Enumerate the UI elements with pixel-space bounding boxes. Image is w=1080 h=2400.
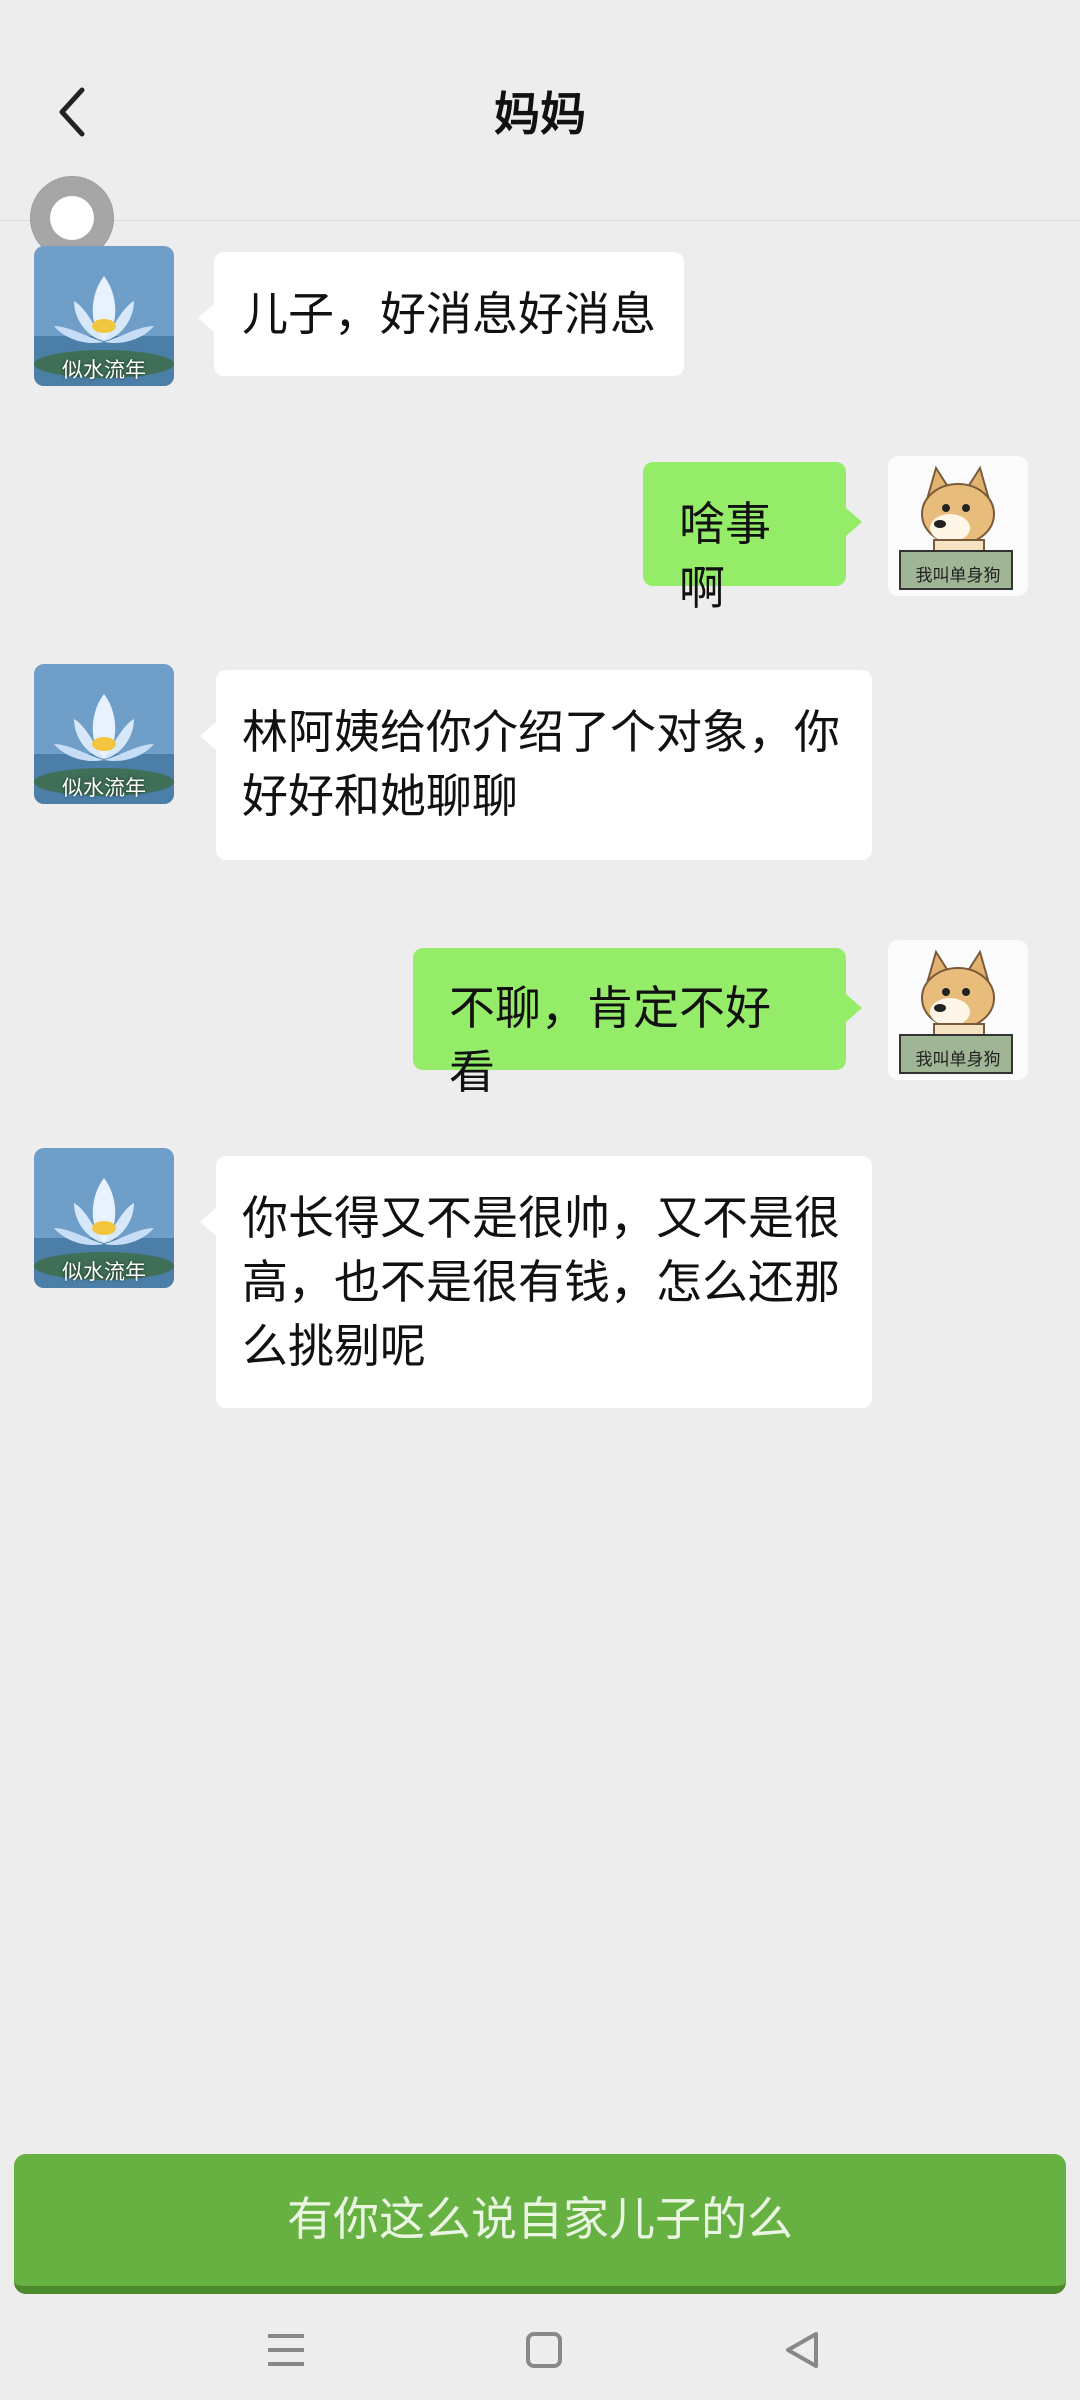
system-navigation-bar (0, 2300, 1080, 2400)
contact-avatar[interactable]: 似水流年 (34, 246, 174, 386)
avatar-caption: 似水流年 (62, 358, 146, 382)
message-bubble-incoming[interactable]: 你长得又不是很帅，又不是很 高，也不是很有钱，怎么还那 么挑剔呢 (200, 1156, 872, 1408)
message-line: 你长得又不是很帅，又不是很 (242, 1191, 840, 1245)
message-text: 儿子，好消息好消息 (242, 287, 656, 341)
message-line: 么挑剔呢 (242, 1319, 426, 1373)
message-line: 林阿姨给你介绍了个对象，你 (242, 705, 840, 759)
contact-avatar[interactable]: 似水流年 (34, 1148, 174, 1288)
message-line: 好好和她聊聊 (242, 769, 518, 823)
system-back-button[interactable] (772, 2320, 832, 2380)
message-bubble-incoming[interactable]: 儿子，好消息好消息 (198, 252, 684, 376)
chat-screen: 妈妈 似水流年 儿子，好消息好消息 啥事啊 我叫单身狗 似水流年 林阿姨给你介绍… (0, 0, 1080, 2400)
avatar-caption: 似水流年 (62, 1260, 146, 1284)
message-line: 高，也不是很有钱，怎么还那 (242, 1255, 840, 1309)
message-bubble-outgoing[interactable]: 啥事啊 (643, 462, 862, 615)
doge-sign-text: 我叫单身狗 (915, 566, 1001, 586)
contact-avatar[interactable]: 似水流年 (34, 664, 174, 804)
self-avatar[interactable]: 我叫单身狗 (888, 456, 1028, 596)
avatar-caption: 似水流年 (62, 776, 146, 800)
message-text: 不聊，肯定不好看 (449, 981, 771, 1099)
chat-title: 妈妈 (494, 87, 586, 141)
message-bubble-outgoing[interactable]: 不聊，肯定不好看 (413, 948, 862, 1099)
message-bubble-incoming[interactable]: 林阿姨给你介绍了个对象，你 好好和她聊聊 (200, 670, 872, 860)
home-icon (526, 2332, 562, 2368)
doge-sign-text: 我叫单身狗 (915, 1050, 1001, 1070)
self-avatar[interactable]: 我叫单身狗 (888, 940, 1028, 1080)
chat-header: 妈妈 (0, 0, 1080, 221)
reply-option-button[interactable]: 有你这么说自家儿子的么 (14, 2154, 1066, 2294)
message-text: 啥事啊 (679, 497, 771, 615)
back-triangle-icon (786, 2332, 818, 2368)
menu-button[interactable] (256, 2320, 316, 2380)
menu-icon (268, 2334, 304, 2366)
home-button[interactable] (514, 2320, 574, 2380)
